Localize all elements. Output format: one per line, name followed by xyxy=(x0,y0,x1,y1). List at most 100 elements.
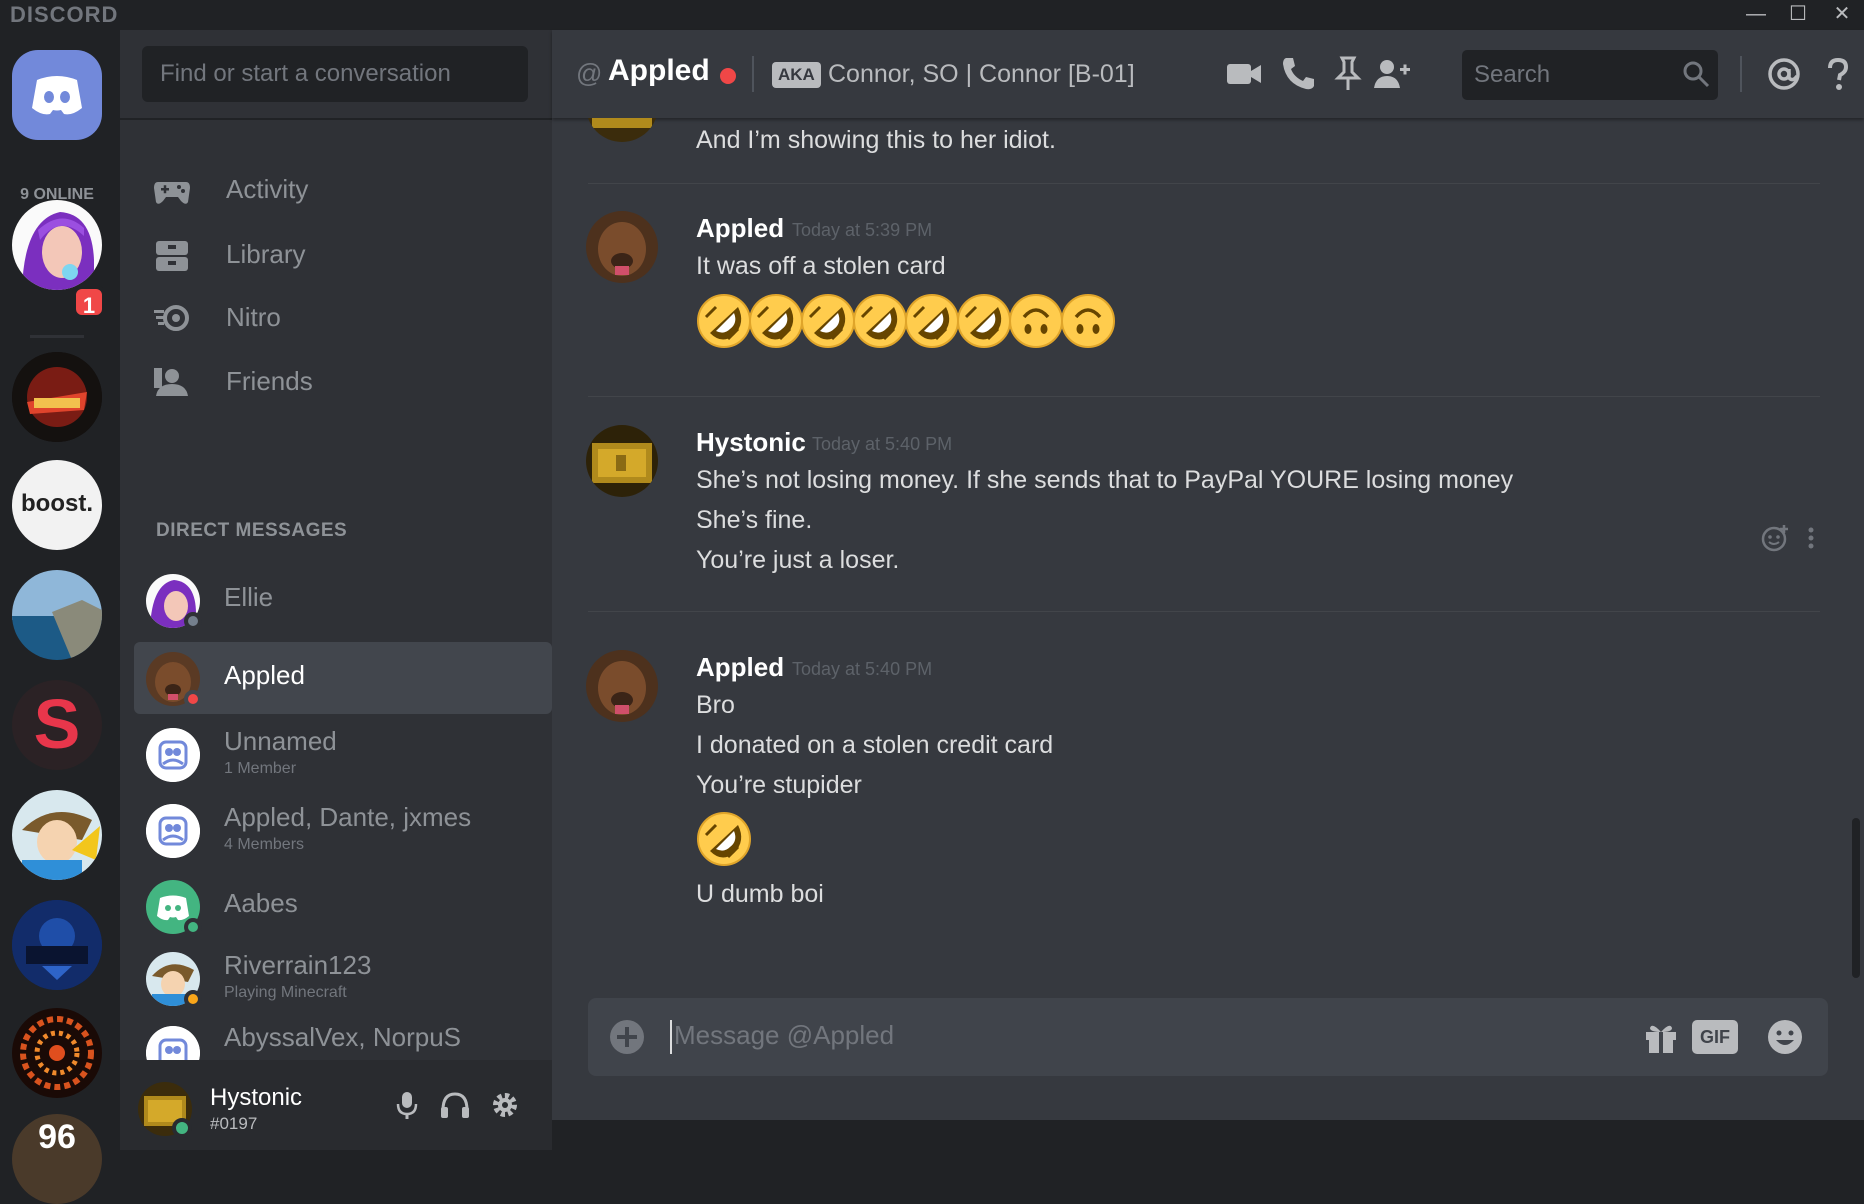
title-bar: DISCORD — ☐ ✕ xyxy=(0,0,1864,30)
server-icon-mandala[interactable] xyxy=(12,1008,102,1098)
message-avatar-hystonic[interactable] xyxy=(586,425,658,497)
voice-call-icon[interactable] xyxy=(1278,54,1318,94)
settings-gear-icon[interactable] xyxy=(488,1088,522,1122)
minimize-button[interactable]: — xyxy=(1736,0,1776,30)
friends-icon xyxy=(154,368,188,396)
aka-names: Connor, SO | Connor [B-01] xyxy=(828,60,1135,88)
user-discriminator: #0197 xyxy=(210,1114,258,1133)
video-call-icon[interactable] xyxy=(1224,54,1264,94)
at-symbol: @ xyxy=(576,58,603,88)
emoji-picker-icon[interactable] xyxy=(1766,1018,1804,1056)
upside-down-emoji-icon xyxy=(1009,294,1063,348)
rofl-emoji-icon xyxy=(957,294,1011,348)
chat-area: @ Appled AKA Connor, SO | Connor [B-01] … xyxy=(552,30,1864,1120)
message-timestamp: Today at 5:39 PM xyxy=(792,220,933,240)
server-icon-s[interactable]: S xyxy=(12,680,102,770)
dm-avatar-ellie[interactable] xyxy=(12,200,102,290)
server-icon-gaming[interactable] xyxy=(12,900,102,990)
server-icon-1[interactable] xyxy=(12,352,102,442)
rofl-emoji-icon xyxy=(697,294,751,348)
server-icon-96[interactable]: 96 xyxy=(12,1114,102,1204)
nav-activity-label: Activity xyxy=(226,174,309,204)
text-cursor xyxy=(670,1020,672,1054)
library-icon xyxy=(156,241,188,271)
status-offline-icon xyxy=(184,612,202,630)
message-line: Bro xyxy=(696,691,735,719)
dm-item-appled[interactable]: Appled xyxy=(134,642,552,714)
add-reaction-icon[interactable] xyxy=(1760,523,1790,553)
home-button[interactable] xyxy=(12,50,102,140)
dm-item-riverrain123[interactable]: Riverrain123 Playing Minecraft xyxy=(134,942,552,1014)
message-line: You’re stupider xyxy=(696,771,862,799)
direct-messages-header: DIRECT MESSAGES xyxy=(156,520,348,541)
dm-item-aabes[interactable]: Aabes xyxy=(134,870,552,942)
dm-activity: Playing Minecraft xyxy=(224,984,347,1001)
user-name: Hystonic xyxy=(210,1084,303,1111)
maximize-button[interactable]: ☐ xyxy=(1778,0,1818,30)
message-line: She’s fine. xyxy=(696,506,813,534)
group-avatar xyxy=(146,728,200,782)
message-avatar-hystonic[interactable] xyxy=(586,118,658,142)
dm-name: Riverrain123 xyxy=(224,950,372,980)
channel-name: Appled xyxy=(608,54,710,87)
dm-name: Ellie xyxy=(224,582,274,612)
message-hover-actions xyxy=(1760,523,1820,557)
dm-item-group-appled-dante-jxmes[interactable]: Appled, Dante, jxmes 4 Members xyxy=(134,794,552,866)
message-author[interactable]: Hystonic xyxy=(696,427,806,458)
message-avatar-appled[interactable] xyxy=(586,650,658,722)
mentions-icon[interactable] xyxy=(1764,54,1804,94)
dm-name: Aabes xyxy=(224,888,298,918)
message-author[interactable]: Appled xyxy=(696,213,784,244)
status-dnd-icon xyxy=(184,690,202,708)
nav-friends[interactable]: Friends xyxy=(142,350,542,414)
rofl-emoji-icon xyxy=(697,812,751,866)
find-conversation-input[interactable]: Find or start a conversation xyxy=(142,46,528,102)
mention-badge: 1 xyxy=(72,285,106,319)
message-line: It was off a stolen card xyxy=(696,252,946,280)
status-idle-icon xyxy=(184,990,202,1008)
status-dnd-icon xyxy=(720,68,736,84)
dm-name: Unnamed xyxy=(224,726,337,756)
gamepad-icon xyxy=(154,182,190,204)
more-options-icon[interactable] xyxy=(1806,523,1816,553)
message-line: You’re just a loser. xyxy=(696,546,900,574)
message-author[interactable]: Appled xyxy=(696,652,784,683)
upside-down-emoji-icon xyxy=(1061,294,1115,348)
message-line: I donated on a stolen credit card xyxy=(696,731,1054,759)
close-button[interactable]: ✕ xyxy=(1822,0,1862,30)
message-timestamp: Today at 5:40 PM xyxy=(812,434,953,454)
nav-nitro[interactable]: Nitro xyxy=(142,286,542,350)
status-online-icon xyxy=(172,1118,192,1138)
nav-activity[interactable]: Activity xyxy=(142,158,542,222)
server-icon-character[interactable] xyxy=(12,790,102,880)
dm-member-count: 1 Member xyxy=(224,760,297,777)
message-input[interactable]: Message @Appled xyxy=(674,1020,894,1051)
aka-badge: AKA xyxy=(772,62,821,88)
nav-library[interactable]: Library xyxy=(142,223,542,287)
gif-button[interactable]: GIF xyxy=(1692,1020,1738,1054)
server-rail: 9 ONLINE 1 boost. S 96 xyxy=(0,30,120,1204)
help-icon[interactable] xyxy=(1818,54,1858,94)
message-avatar-appled[interactable] xyxy=(586,211,658,283)
server-icon-landscape[interactable] xyxy=(12,570,102,660)
user-panel: Hystonic #0197 xyxy=(120,1060,552,1150)
add-friend-icon[interactable] xyxy=(1372,54,1412,94)
message-timestamp: Today at 5:40 PM xyxy=(792,659,933,679)
rail-separator xyxy=(30,335,84,338)
group-dm-icon xyxy=(146,804,200,858)
upload-plus-icon[interactable] xyxy=(608,1018,646,1056)
headphones-icon[interactable] xyxy=(438,1088,472,1122)
dm-name: Appled, Dante, jxmes xyxy=(224,802,472,832)
message-composer: Message @Appled GIF xyxy=(588,998,1828,1076)
rofl-emoji-icon xyxy=(853,294,907,348)
scrollbar[interactable] xyxy=(1852,818,1860,978)
server-icon-boost[interactable]: boost. xyxy=(12,460,102,550)
microphone-icon[interactable] xyxy=(390,1088,424,1122)
dm-item-ellie[interactable]: Ellie xyxy=(134,564,552,636)
dm-item-unnamed[interactable]: Unnamed 1 Member xyxy=(134,718,552,790)
nitro-icon xyxy=(154,305,189,331)
gift-icon[interactable] xyxy=(1642,1018,1680,1056)
group-avatar xyxy=(146,804,200,858)
dm-sidebar: Find or start a conversation Activity Li… xyxy=(120,30,552,1150)
pin-icon[interactable] xyxy=(1328,54,1368,94)
